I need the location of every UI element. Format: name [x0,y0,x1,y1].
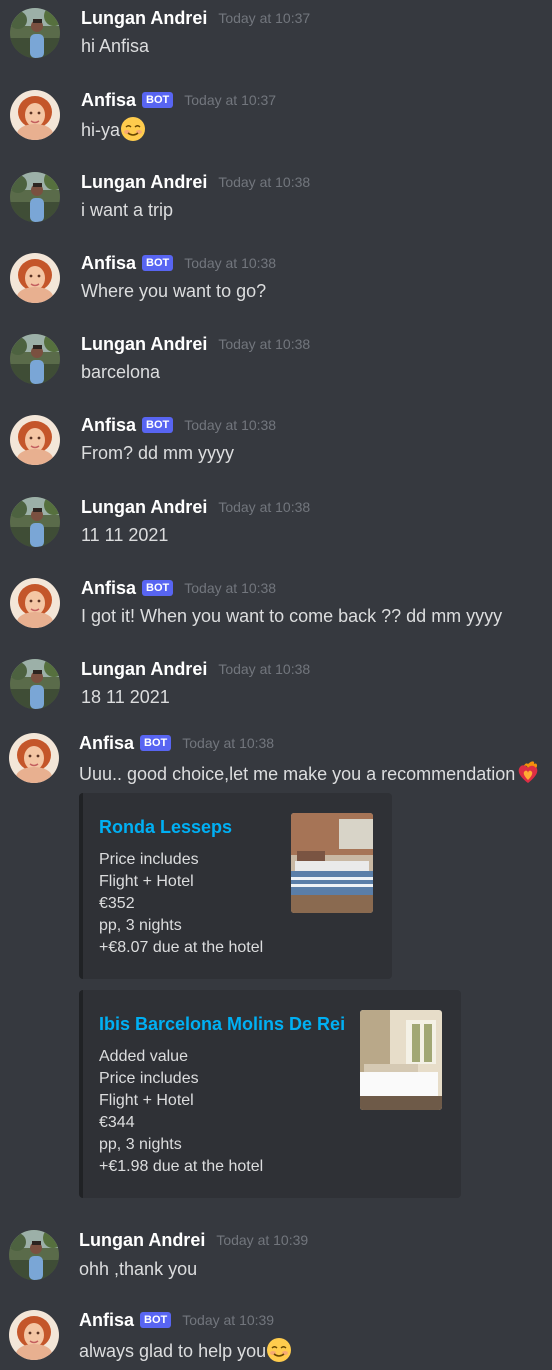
message-text: Where you want to go? [81,281,267,301]
username[interactable]: Lungan Andrei [81,171,207,193]
message-text: always glad to help you [79,1341,267,1361]
username[interactable]: Lungan Andrei [79,1229,205,1251]
message-text: 18 11 2021 [81,687,170,707]
message-text: hi Anfisa [81,36,150,56]
timestamp: Today at 10:38 [184,255,277,271]
message: Anfisa BOT Today at 10:38 I got it! When… [0,570,552,650]
hotel-embed: Ibis Barcelona Molins De Rei Added value… [79,990,461,1198]
avatar[interactable] [10,90,60,140]
message-text: barcelona [81,362,161,382]
avatar[interactable] [10,659,60,709]
message-text: ohh ,thank you [79,1259,198,1279]
avatar[interactable] [10,497,60,547]
username[interactable]: Lungan Andrei [81,7,207,29]
avatar[interactable] [10,334,60,384]
bot-badge: BOT [142,92,174,108]
message: Anfisa BOT Today at 10:38 From? dd mm yy… [0,407,552,487]
username[interactable]: Lungan Andrei [81,496,207,518]
username[interactable]: Lungan Andrei [81,333,207,355]
smiling-face-emoji-icon [120,116,146,142]
message: Lungan Andrei Today at 10:38 18 11 2021 [0,651,552,731]
message-text: hi-ya [81,120,121,140]
timestamp: Today at 10:38 [218,499,311,515]
message: Lungan Andrei Today at 10:38 i want a tr… [0,164,552,244]
message-content: always glad to help you [79,1337,292,1363]
message-content: Uuu.. good choice,let me make you a reco… [79,760,541,786]
timestamp: Today at 10:37 [218,10,311,26]
bot-badge: BOT [142,417,174,433]
message: Lungan Andrei Today at 10:37 hi Anfisa [0,0,552,80]
message-content: hi-ya [81,116,146,142]
timestamp: Today at 10:39 [216,1232,309,1248]
embed-line: pp, 3 nights [99,917,182,934]
embed-line: €344 [99,1114,135,1131]
embed-line: Price includes [99,1070,199,1087]
message: Lungan Andrei Today at 10:38 barcelona [0,326,552,406]
timestamp: Today at 10:39 [182,1312,275,1328]
timestamp: Today at 10:37 [184,92,277,108]
message-text: 11 11 2021 [81,525,169,545]
username[interactable]: Anfisa [81,89,136,111]
message: Anfisa BOT Today at 10:39 always glad to… [0,1304,552,1370]
username[interactable]: Anfisa [79,1309,134,1331]
timestamp: Today at 10:38 [184,417,277,433]
fire-heart-emoji-icon [518,761,538,783]
embed-title-link[interactable]: Ibis Barcelona Molins De Rei [99,1012,345,1036]
hotel-embed: Ronda Lesseps Price includes Flight + Ho… [79,793,392,979]
embed-line: Price includes [99,851,199,868]
message: Lungan Andrei Today at 10:39 ohh ,thank … [0,1224,552,1304]
embed-line: Flight + Hotel [99,873,194,890]
bot-badge: BOT [142,580,174,596]
embed-line: pp, 3 nights [99,1136,182,1153]
embed-line: €352 [99,895,135,912]
avatar[interactable] [10,415,60,465]
embed-line: Added value [99,1048,188,1065]
message: Anfisa BOT Today at 10:38 Where you want… [0,245,552,325]
message: Lungan Andrei Today at 10:38 11 11 2021 [0,489,552,569]
timestamp: Today at 10:38 [184,580,277,596]
avatar[interactable] [9,733,59,783]
embed-title-link[interactable]: Ronda Lesseps [99,815,232,839]
embed-description: Added value Price includes Flight + Hote… [99,1046,263,1178]
timestamp: Today at 10:38 [218,336,311,352]
username[interactable]: Lungan Andrei [81,658,207,680]
username[interactable]: Anfisa [81,252,136,274]
message-text: I got it! When you want to come back ?? … [81,606,503,626]
avatar[interactable] [10,253,60,303]
avatar[interactable] [10,172,60,222]
avatar[interactable] [9,1310,59,1360]
embed-description: Price includes Flight + Hotel €352 pp, 3… [99,849,263,959]
message: Anfisa BOT Today at 10:38 Uuu.. good cho… [0,727,552,1207]
avatar[interactable] [9,1230,59,1280]
hotel-room-thumbnail[interactable] [360,1010,442,1110]
bot-badge: BOT [142,255,174,271]
username[interactable]: Anfisa [79,732,134,754]
message-text: From? dd mm yyyy [81,443,235,463]
username[interactable]: Anfisa [81,577,136,599]
embed-line: +€1.98 due at the hotel [99,1158,264,1175]
message: Anfisa BOT Today at 10:37 hi-ya [0,82,552,162]
message-text: Uuu.. good choice,let me make you a reco… [79,764,516,784]
bot-badge: BOT [140,735,172,751]
timestamp: Today at 10:38 [218,661,311,677]
username[interactable]: Anfisa [81,414,136,436]
embed-line: +€8.07 due at the hotel [99,939,264,956]
smiling-face-emoji-icon [266,1337,292,1363]
timestamp: Today at 10:38 [218,174,311,190]
hotel-room-thumbnail[interactable] [291,813,373,913]
bot-badge: BOT [140,1312,172,1328]
embed-line: Flight + Hotel [99,1092,194,1109]
message-text: i want a trip [81,200,174,220]
avatar[interactable] [10,578,60,628]
timestamp: Today at 10:38 [182,735,275,751]
avatar[interactable] [10,8,60,58]
